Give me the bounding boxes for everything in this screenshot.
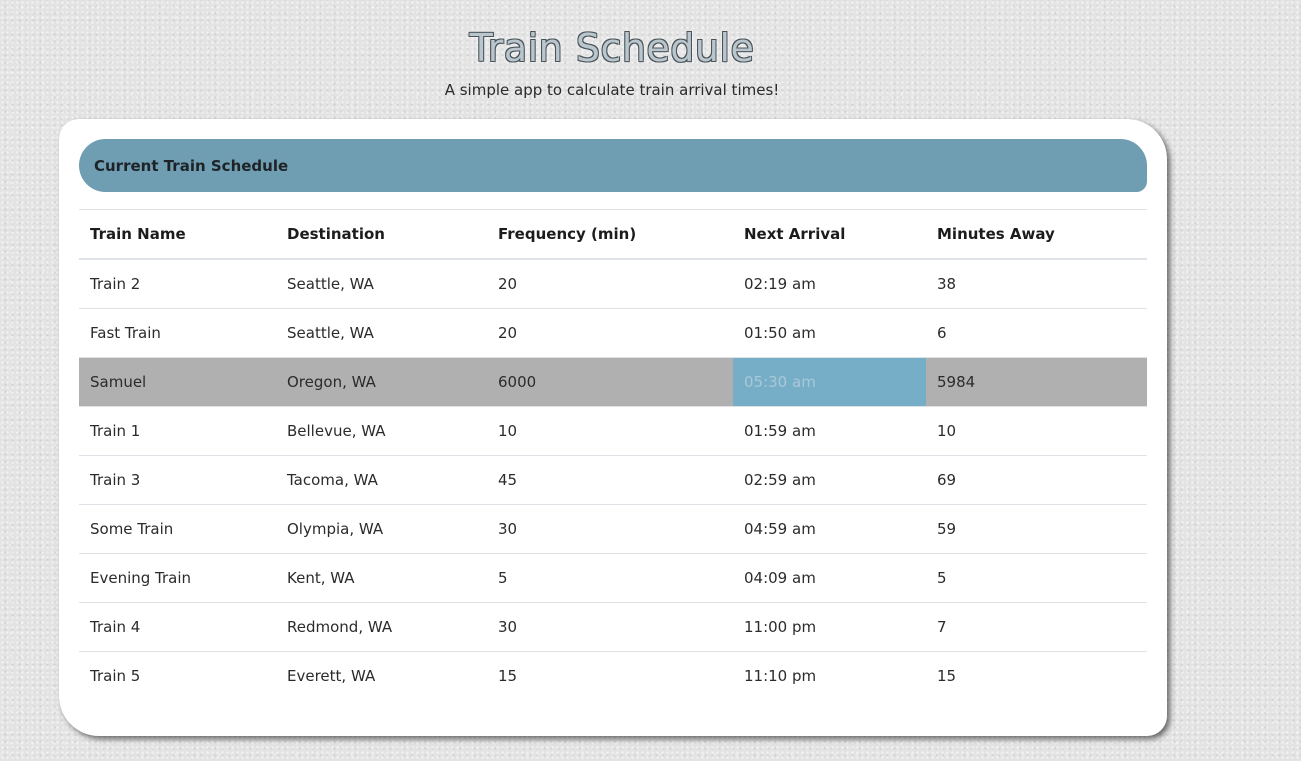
cell-frequency: 45 — [487, 455, 733, 505]
card-title: Current Train Schedule — [94, 157, 289, 175]
table-row[interactable]: Train 1 Bellevue, WA 10 01:59 am 10 — [79, 406, 1147, 456]
cell-frequency: 10 — [487, 406, 733, 456]
cell-minutes-away: 15 — [926, 651, 1147, 700]
column-header-destination: Destination — [276, 209, 487, 260]
cell-destination: Oregon, WA — [276, 357, 487, 407]
cell-minutes-away: 10 — [926, 406, 1147, 456]
cell-destination: Redmond, WA — [276, 602, 487, 652]
cell-next-arrival: 11:00 pm — [733, 602, 926, 652]
card-header: Current Train Schedule — [79, 139, 1147, 192]
table-header-row: Train Name Destination Frequency (min) N… — [79, 209, 1147, 260]
column-header-frequency: Frequency (min) — [487, 209, 733, 260]
table-row[interactable]: Train 2 Seattle, WA 20 02:19 am 38 — [79, 258, 1147, 309]
cell-minutes-away: 69 — [926, 455, 1147, 505]
table-row[interactable]: Fast Train Seattle, WA 20 01:50 am 6 — [79, 308, 1147, 358]
cell-minutes-away: 38 — [926, 258, 1147, 309]
table-row[interactable]: Train 4 Redmond, WA 30 11:00 pm 7 — [79, 602, 1147, 652]
cell-train-name: Evening Train — [79, 553, 276, 603]
cell-next-arrival: 01:50 am — [733, 308, 926, 358]
cell-next-arrival: 11:10 pm — [733, 651, 926, 700]
page-title: Train Schedule — [469, 26, 755, 70]
cell-train-name: Train 2 — [79, 258, 276, 309]
cell-train-name: Train 3 — [79, 455, 276, 505]
cell-train-name: Samuel — [79, 357, 276, 407]
column-header-next-arrival: Next Arrival — [733, 209, 926, 260]
table-row[interactable]: Train 5 Everett, WA 15 11:10 pm 15 — [79, 651, 1147, 700]
cell-destination: Olympia, WA — [276, 504, 487, 554]
cell-frequency: 30 — [487, 602, 733, 652]
cell-frequency: 20 — [487, 258, 733, 309]
cell-destination: Bellevue, WA — [276, 406, 487, 456]
cell-destination: Seattle, WA — [276, 308, 487, 358]
table-row[interactable]: Some Train Olympia, WA 30 04:59 am 59 — [79, 504, 1147, 554]
cell-destination: Tacoma, WA — [276, 455, 487, 505]
cell-next-arrival: 01:59 am — [733, 406, 926, 456]
cell-destination: Kent, WA — [276, 553, 487, 603]
cell-destination: Everett, WA — [276, 651, 487, 700]
cell-next-arrival: 04:59 am — [733, 504, 926, 554]
table-row[interactable]: Train 3 Tacoma, WA 45 02:59 am 69 — [79, 455, 1147, 505]
table-row[interactable]: Evening Train Kent, WA 5 04:09 am 5 — [79, 553, 1147, 603]
page-subtitle: A simple app to calculate train arrival … — [444, 81, 780, 99]
cell-frequency: 5 — [487, 553, 733, 603]
cell-frequency: 6000 — [487, 357, 733, 407]
cell-frequency: 20 — [487, 308, 733, 358]
cell-train-name: Some Train — [79, 504, 276, 554]
cell-minutes-away: 59 — [926, 504, 1147, 554]
cell-next-arrival: 04:09 am — [733, 553, 926, 603]
schedule-table: Train Name Destination Frequency (min) N… — [79, 209, 1147, 700]
table-row-selected[interactable]: Samuel Oregon, WA 6000 05:30 am 5984 — [79, 357, 1147, 407]
cell-minutes-away: 7 — [926, 602, 1147, 652]
cell-train-name: Fast Train — [79, 308, 276, 358]
cell-minutes-away: 5984 — [926, 357, 1147, 407]
cell-next-arrival-highlighted[interactable]: 05:30 am — [733, 357, 926, 407]
cell-train-name: Train 4 — [79, 602, 276, 652]
cell-train-name: Train 5 — [79, 651, 276, 700]
cell-destination: Seattle, WA — [276, 258, 487, 309]
column-header-minutes-away: Minutes Away — [926, 209, 1147, 260]
cell-frequency: 30 — [487, 504, 733, 554]
column-header-train-name: Train Name — [79, 209, 276, 260]
cell-train-name: Train 1 — [79, 406, 276, 456]
cell-next-arrival: 02:59 am — [733, 455, 926, 505]
cell-next-arrival: 02:19 am — [733, 258, 926, 309]
cell-minutes-away: 6 — [926, 308, 1147, 358]
cell-frequency: 15 — [487, 651, 733, 700]
cell-minutes-away: 5 — [926, 553, 1147, 603]
schedule-card: Current Train Schedule Train Name Destin… — [59, 119, 1167, 736]
